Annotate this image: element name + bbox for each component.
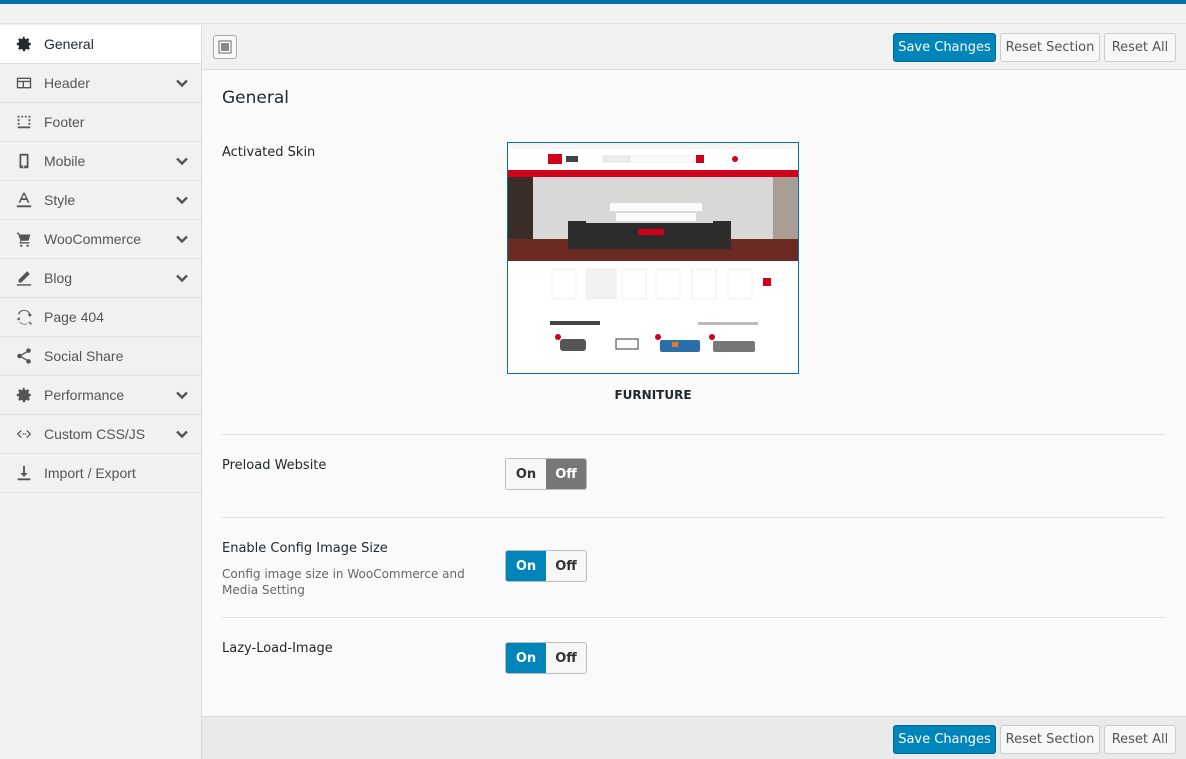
chevron-down-icon[interactable]	[175, 271, 189, 285]
save-changes-button[interactable]: Save Changes	[893, 725, 996, 754]
gear-icon	[14, 34, 34, 54]
lazy-load-image-switch: On Off	[505, 642, 587, 674]
cart-icon	[14, 229, 34, 249]
reset-section-button[interactable]: Reset Section	[1000, 33, 1100, 62]
sidebar-item-label: General	[44, 36, 94, 52]
sidebar-item-general[interactable]: General	[0, 25, 201, 64]
furniture-skin-preview-icon	[508, 143, 798, 373]
config-image-on-option[interactable]: On	[506, 551, 546, 581]
mobile-icon	[14, 151, 34, 171]
lazy-load-off-option[interactable]: Off	[546, 643, 586, 673]
header-icon	[14, 73, 34, 93]
section-title: General	[222, 88, 289, 108]
sidebar-item-performance[interactable]: Performance	[0, 376, 201, 415]
divider	[222, 517, 1166, 518]
config-image-size-switch: On Off	[505, 550, 587, 582]
config-image-size-description: Config image size in WooCommerce and Med…	[222, 567, 465, 597]
options-sidebar: General Header Footer Mobile Style WooCo…	[0, 25, 202, 759]
gears-icon	[14, 385, 34, 405]
options-toolbar-bottom: Save Changes Reset Section Reset All	[202, 716, 1186, 759]
preload-on-option[interactable]: On	[506, 459, 546, 489]
chevron-down-icon[interactable]	[175, 427, 189, 441]
chevron-down-icon[interactable]	[175, 154, 189, 168]
sidebar-item-import-export[interactable]: Import / Export	[0, 454, 201, 493]
sidebar-item-custom-css-js[interactable]: Custom CSS/JS	[0, 415, 201, 454]
divider	[222, 434, 1166, 435]
text-style-icon	[14, 190, 34, 210]
options-main-panel: General Activated Skin FURNITURE Preload…	[202, 70, 1186, 716]
refresh-search-icon	[14, 307, 34, 327]
activated-skin-label: Activated Skin	[222, 145, 316, 160]
preload-website-switch: On Off	[505, 458, 587, 490]
reset-all-button[interactable]: Reset All	[1104, 33, 1176, 62]
sidebar-item-mobile[interactable]: Mobile	[0, 142, 201, 181]
config-image-size-label: Enable Config Image Size	[222, 541, 388, 556]
share-icon	[14, 346, 34, 366]
sidebar-item-page-404[interactable]: Page 404	[0, 298, 201, 337]
skin-preview-image[interactable]	[507, 142, 799, 374]
sidebar-item-blog[interactable]: Blog	[0, 259, 201, 298]
divider	[222, 617, 1166, 618]
code-icon	[14, 424, 34, 444]
sidebar-item-label: Page 404	[44, 309, 104, 325]
preload-website-label: Preload Website	[222, 458, 327, 473]
sidebar-item-label: Import / Export	[44, 465, 136, 481]
sidebar-item-woocommerce[interactable]: WooCommerce	[0, 220, 201, 259]
options-toolbar-top: Save Changes Reset Section Reset All	[202, 25, 1186, 70]
layout-icon	[218, 40, 232, 54]
reset-all-button[interactable]: Reset All	[1104, 725, 1176, 754]
footer-icon	[14, 112, 34, 132]
chevron-down-icon[interactable]	[175, 76, 189, 90]
config-image-off-option[interactable]: Off	[546, 551, 586, 581]
pencil-icon	[14, 268, 34, 288]
skin-name: FURNITURE	[614, 388, 692, 402]
sidebar-item-style[interactable]: Style	[0, 181, 201, 220]
lazy-load-image-label: Lazy-Load-Image	[222, 641, 333, 656]
sidebar-item-label: Footer	[44, 114, 85, 130]
save-changes-button[interactable]: Save Changes	[893, 33, 996, 62]
sidebar-item-footer[interactable]: Footer	[0, 103, 201, 142]
sidebar-item-social-share[interactable]: Social Share	[0, 337, 201, 376]
lazy-load-on-option[interactable]: On	[506, 643, 546, 673]
reset-section-button[interactable]: Reset Section	[1000, 725, 1100, 754]
sidebar-item-label: Social Share	[44, 348, 124, 364]
download-icon	[14, 463, 34, 483]
chevron-down-icon[interactable]	[175, 388, 189, 402]
expand-options-button[interactable]	[213, 35, 237, 59]
chevron-down-icon[interactable]	[175, 193, 189, 207]
top-spacer	[0, 4, 1186, 24]
preload-off-option[interactable]: Off	[546, 459, 586, 489]
sidebar-item-header[interactable]: Header	[0, 64, 201, 103]
chevron-down-icon[interactable]	[175, 232, 189, 246]
